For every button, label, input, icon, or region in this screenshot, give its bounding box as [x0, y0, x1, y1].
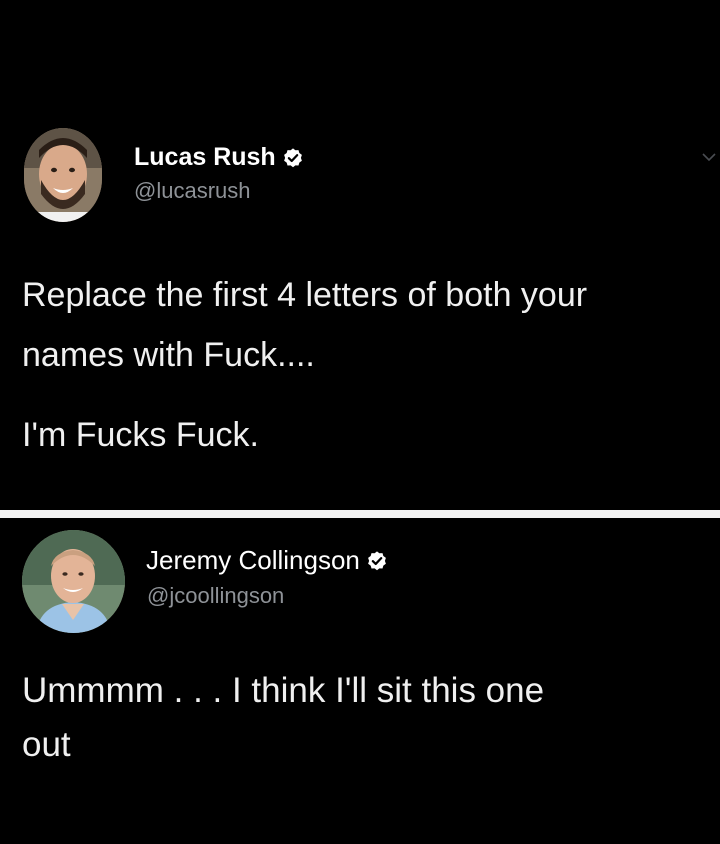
author-name-row[interactable]: Lucas Rush	[134, 143, 304, 172]
author-handle[interactable]: @jcoollingson	[147, 583, 284, 609]
avatar-bearded-man-icon	[24, 128, 102, 222]
tweet-divider	[0, 510, 720, 518]
tweet-text-line: names with Fuck....	[22, 336, 315, 374]
tweet-text-line: Replace the first 4 letters of both your	[22, 276, 588, 314]
tweet-jeremy-collingson[interactable]: Jeremy Collingson @jcoollingson Ummmm . …	[0, 518, 720, 844]
author-display-name[interactable]: Lucas Rush	[134, 143, 276, 172]
tweet-text-line: I'm Fucks Fuck.	[22, 416, 259, 454]
avatar[interactable]	[24, 128, 102, 222]
author-handle[interactable]: @lucasrush	[134, 178, 251, 204]
avatar-smiling-man-icon	[22, 530, 125, 633]
chevron-down-icon[interactable]	[700, 148, 718, 166]
author-display-name[interactable]: Jeremy Collingson	[146, 545, 360, 576]
verified-badge-icon	[366, 550, 388, 572]
tweet-text-line: Ummmm . . . I think I'll sit this one	[22, 671, 545, 710]
avatar[interactable]	[22, 530, 125, 633]
tweet-text-line: out	[22, 725, 71, 764]
author-name-row[interactable]: Jeremy Collingson	[146, 545, 388, 576]
verified-badge-icon	[282, 147, 304, 169]
tweet-lucas-rush[interactable]: Lucas Rush @lucasrush Replace the first …	[0, 0, 720, 510]
